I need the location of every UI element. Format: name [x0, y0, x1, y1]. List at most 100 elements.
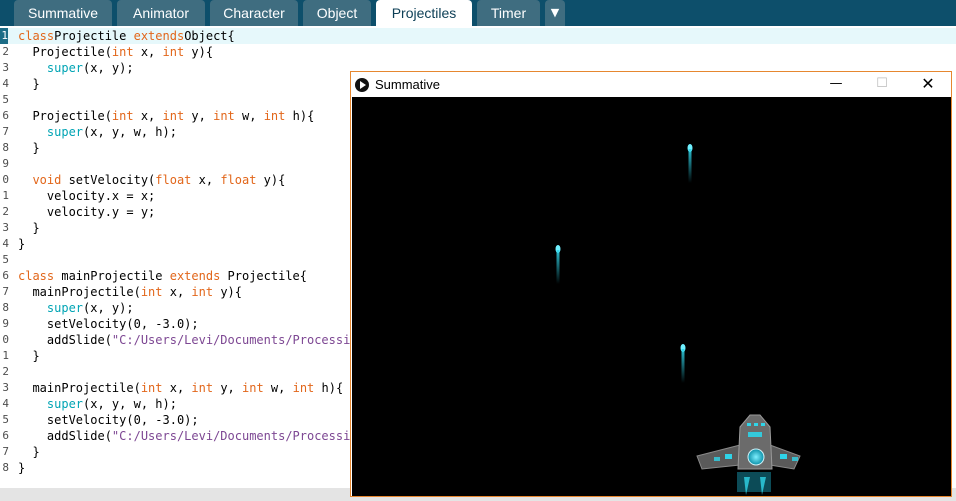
line-number: 4 — [2, 237, 9, 250]
window-titlebar[interactable]: Summative — ☐ ✕ — [351, 72, 951, 97]
minimize-icon[interactable]: — — [813, 72, 859, 97]
window-title: Summative — [375, 77, 441, 92]
keyword-token: int — [292, 381, 315, 395]
keyword-token: int — [191, 285, 214, 299]
code-token: addSlide( — [18, 429, 112, 443]
line-number: 8 — [2, 461, 9, 474]
function-token: super — [46, 397, 84, 411]
code-text: velocity.x = x; — [18, 188, 155, 204]
line-number: 4 — [2, 77, 9, 90]
keyword-token: int — [111, 109, 134, 123]
string-token: "C:/Users/Levi/Documents/Processing — [111, 333, 365, 347]
code-token: (x, y); — [83, 61, 134, 75]
tab-summative[interactable]: Summative — [14, 0, 112, 26]
game-scene — [555, 144, 801, 495]
tab-timer[interactable]: Timer — [477, 0, 540, 26]
code-text: } — [18, 140, 40, 156]
code-token: } — [18, 141, 40, 155]
code-token: x, — [162, 285, 192, 299]
code-token: h){ — [314, 381, 344, 395]
projectile — [680, 344, 686, 383]
tab-character[interactable]: Character — [210, 0, 298, 26]
code-token: Object{ — [184, 29, 235, 43]
line-number: 7 — [2, 285, 9, 298]
code-text: void setVelocity(float x, float y){ — [18, 172, 285, 188]
player-spaceship — [696, 414, 801, 495]
tab-projectiles[interactable]: Projectiles — [376, 0, 472, 26]
line-number: 2 — [2, 205, 9, 218]
sketch-canvas[interactable] — [352, 97, 951, 496]
tab-object[interactable]: Object — [303, 0, 371, 26]
code-token: } — [18, 461, 26, 475]
line-number: 3 — [2, 221, 9, 234]
keyword-token: int — [213, 109, 235, 123]
code-token: } — [18, 349, 40, 363]
tab-animator[interactable]: Animator — [117, 0, 205, 26]
keyword-token: int — [162, 109, 185, 123]
code-text: Projectile(int x, int y){ — [18, 44, 213, 60]
line-number: 2 — [2, 45, 9, 58]
code-text: Projectile(int x, int y, int w, int h){ — [18, 108, 314, 124]
code-token: x, — [191, 173, 221, 187]
code-token: velocity.y = y; — [18, 205, 156, 219]
line-number: 6 — [2, 269, 9, 282]
code-token: Projectile{ — [220, 269, 307, 283]
code-token: y){ — [256, 173, 286, 187]
sketch-window[interactable]: Summative — ☐ ✕ — [350, 71, 952, 497]
code-token: } — [18, 221, 40, 235]
projectile — [687, 144, 693, 183]
code-token: addSlide( — [18, 333, 112, 347]
code-token: mainProjectile( — [18, 381, 141, 395]
line-number: 6 — [2, 109, 9, 122]
keyword-token: float — [220, 173, 257, 187]
code-token: (x, y); — [83, 301, 134, 315]
line-number: 1 — [2, 189, 9, 202]
dropdown-arrow-icon[interactable]: ▼ — [545, 0, 565, 26]
keyword-token: extends — [133, 29, 185, 43]
code-token: Projectile( — [18, 109, 112, 123]
code-text: } — [18, 444, 39, 460]
keyword-token: int — [263, 109, 286, 123]
line-number: 6 — [2, 429, 9, 442]
code-token: x, — [133, 109, 163, 123]
keyword-token: class — [18, 29, 55, 43]
code-token: setVelocity( — [61, 173, 156, 187]
code-text: mainProjectile(int x, int y){ — [18, 284, 242, 300]
keyword-token: class — [18, 269, 55, 283]
line-number: 7 — [2, 445, 9, 458]
maximize-icon[interactable]: ☐ — [859, 72, 905, 97]
tab-bar: Summative Animator Character Object Proj… — [0, 0, 956, 26]
line-number: 7 — [2, 125, 9, 138]
code-text: addSlide("C:/Users/Levi/Documents/Proces… — [18, 332, 365, 348]
code-token: w, — [263, 381, 293, 395]
projectile — [555, 245, 561, 284]
code-text: } — [18, 460, 25, 476]
keyword-token: int — [111, 45, 134, 59]
code-line[interactable]: 1 classProjectile extendsObject{ — [0, 28, 956, 44]
close-icon[interactable]: ✕ — [905, 72, 951, 97]
code-token: Projectile — [54, 29, 134, 43]
code-text: super(x, y); — [18, 300, 134, 316]
code-token: (x, y, w, h); — [83, 125, 177, 139]
code-text: } — [18, 76, 39, 92]
code-token: mainProjectile — [54, 269, 170, 283]
code-token: y){ — [213, 285, 243, 299]
code-line[interactable]: 2 Projectile(int x, int y){ — [0, 44, 956, 60]
code-text: classProjectile extendsObject{ — [18, 28, 235, 44]
code-text: super(x, y); — [18, 60, 134, 76]
code-text: } — [18, 348, 40, 364]
keyword-token: int — [140, 381, 163, 395]
keyword-token: int — [242, 381, 264, 395]
processing-play-icon — [355, 78, 369, 92]
code-text: super(x, y, w, h); — [18, 124, 177, 140]
line-number: 0 — [2, 173, 9, 186]
code-text: addSlide("C:/Users/Levi/Documents/Proces… — [18, 428, 365, 444]
function-token: super — [46, 301, 84, 315]
code-token: y, — [213, 381, 243, 395]
line-number: 5 — [2, 253, 9, 266]
